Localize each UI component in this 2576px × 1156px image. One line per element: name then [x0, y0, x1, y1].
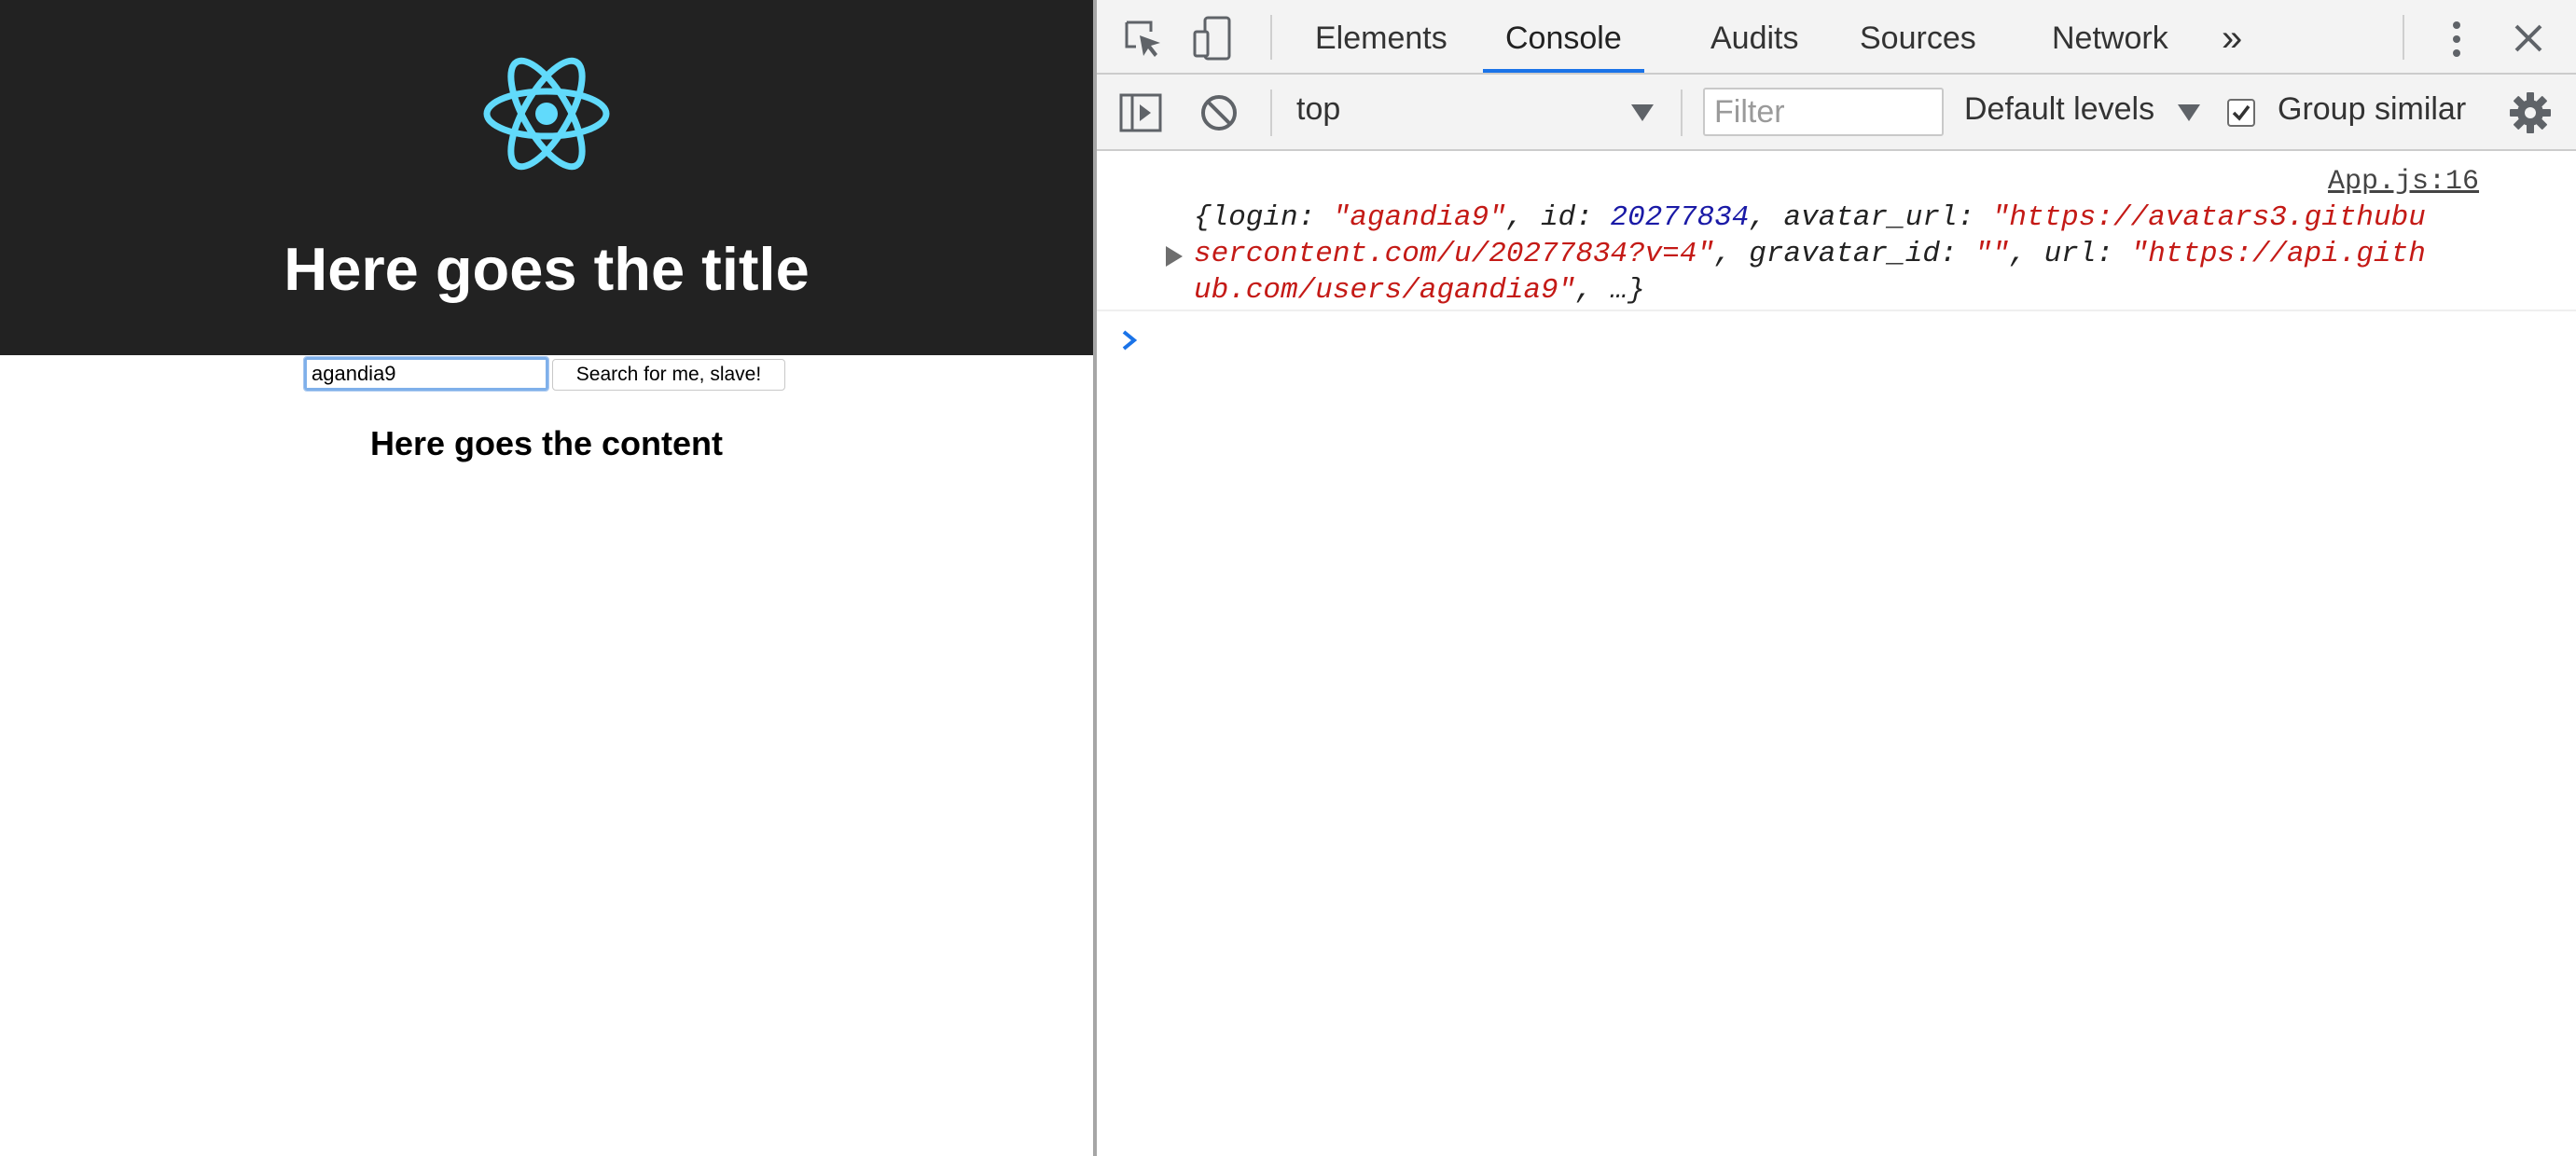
- log-levels-select[interactable]: Default levels: [1964, 91, 2154, 128]
- console-object-preview[interactable]: {login: "agandia9", id: 20277834, avatar…: [1194, 200, 2481, 309]
- object-text: , …}: [1575, 274, 1645, 307]
- device-toolbar-icon[interactable]: [1192, 15, 1233, 62]
- object-string: sercontent.com/u/20277834?v=4": [1194, 238, 1715, 270]
- toolbar-separator: [2403, 15, 2404, 60]
- object-string: "": [1974, 238, 2010, 270]
- clear-console-icon[interactable]: [1199, 93, 1239, 132]
- object-string: "https://avatars3.githubu: [1991, 201, 2426, 234]
- devtools-tabbar: Elements Console Audits Sources Network …: [1097, 0, 2576, 75]
- gear-icon[interactable]: [2509, 91, 2552, 134]
- toolbar-separator: [1270, 15, 1272, 60]
- filter-input[interactable]: [1703, 88, 1944, 136]
- devtools-panel: Elements Console Audits Sources Network …: [1097, 0, 2576, 1156]
- page-title: Here goes the title: [284, 235, 810, 303]
- more-tabs-icon[interactable]: »: [2199, 0, 2264, 73]
- tab-console[interactable]: Console: [1483, 0, 1644, 73]
- object-string: ub.com/users/agandia9": [1194, 274, 1576, 307]
- kebab-menu-icon[interactable]: [2447, 19, 2466, 60]
- object-text: , gravatar_id:: [1714, 238, 1975, 270]
- sidebar-toggle-icon[interactable]: [1119, 93, 1162, 132]
- react-logo-icon: [483, 57, 610, 171]
- object-text: {login:: [1194, 201, 1333, 234]
- app-header: Here goes the title: [0, 0, 1093, 355]
- chevron-down-icon[interactable]: [2177, 103, 2201, 123]
- tab-network[interactable]: Network: [2029, 0, 2191, 73]
- toolbar-separator: [1681, 89, 1683, 136]
- message-source-link[interactable]: App.js:16: [2328, 166, 2479, 198]
- context-select[interactable]: top: [1296, 91, 1340, 128]
- chevron-down-icon[interactable]: [1630, 103, 1655, 123]
- tab-audits[interactable]: Audits: [1688, 0, 1821, 73]
- console-prompt-icon[interactable]: [1119, 328, 1140, 352]
- expand-arrow-icon[interactable]: [1164, 244, 1184, 268]
- object-text: , avatar_url:: [1749, 201, 1992, 234]
- object-string: "https://api.gith: [2130, 238, 2426, 270]
- group-similar-label: Group similar: [2278, 91, 2467, 127]
- object-string: "agandia9": [1332, 201, 1506, 234]
- toolbar-separator: [1270, 89, 1272, 136]
- close-icon[interactable]: [2513, 22, 2544, 54]
- console-message[interactable]: App.js:16 {login: "agandia9", id: 202778…: [1097, 151, 2576, 311]
- console-toolbar: top Default levels Group similar: [1097, 75, 2576, 151]
- app-pane: Here goes the title Search for me, slave…: [0, 0, 1093, 1156]
- group-similar-checkbox[interactable]: [2227, 99, 2255, 127]
- tab-sources[interactable]: Sources: [1837, 0, 1999, 73]
- console-output[interactable]: App.js:16 {login: "agandia9", id: 202778…: [1097, 151, 2576, 1156]
- object-text: , url:: [2009, 238, 2131, 270]
- search-input[interactable]: [303, 356, 549, 392]
- object-text: , id:: [1505, 201, 1611, 234]
- content-heading: Here goes the content: [369, 424, 724, 462]
- screen: Here goes the title Search for me, slave…: [0, 0, 2576, 1156]
- search-button[interactable]: Search for me, slave!: [552, 359, 785, 391]
- inspect-element-icon[interactable]: [1123, 19, 1164, 60]
- tab-elements[interactable]: Elements: [1293, 0, 1470, 73]
- object-number: 20277834: [1610, 201, 1750, 234]
- checkmark-icon: [2232, 104, 2251, 121]
